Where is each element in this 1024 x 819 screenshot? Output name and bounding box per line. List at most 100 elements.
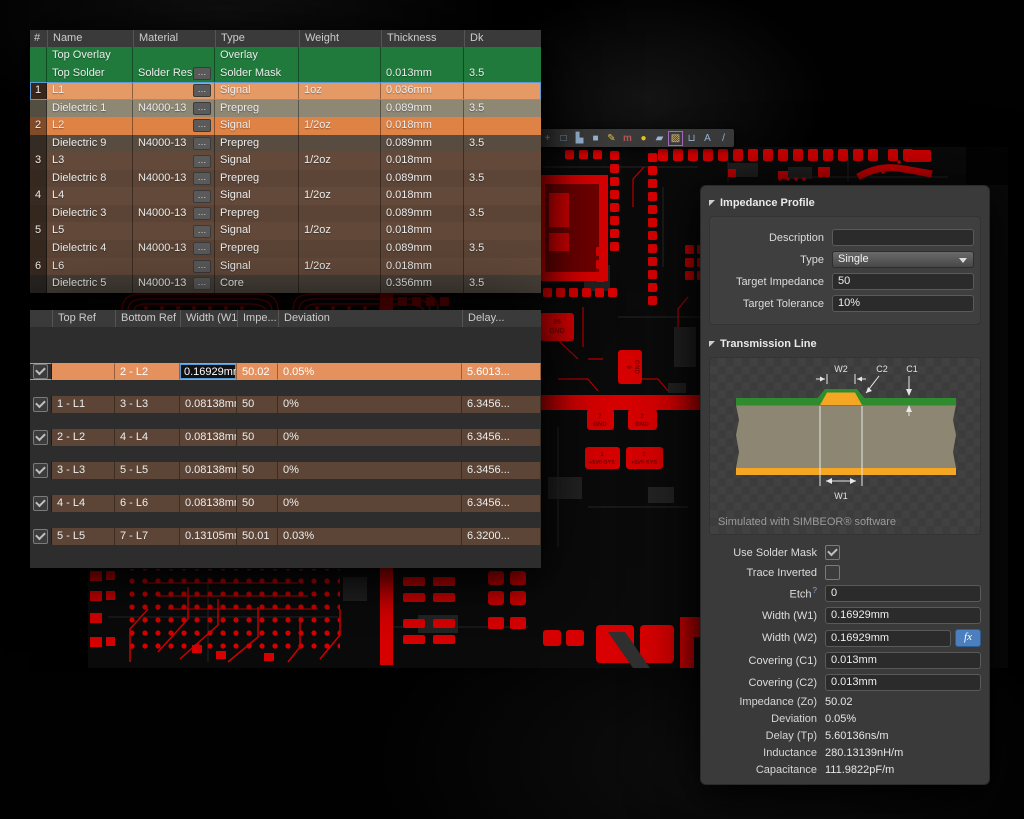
pcb-pad-label: GND [633, 360, 640, 375]
description-input[interactable] [832, 229, 974, 246]
table-row-selected[interactable]: 1 L1 … Signal 1oz 0.036mm [30, 82, 541, 100]
covering-c1-input[interactable]: 0.013mm [825, 652, 981, 669]
capacitance-label: Capacitance [709, 764, 817, 777]
use-solder-mask-label: Use Solder Mask [709, 547, 817, 559]
target-tolerance-input[interactable]: 10% [832, 295, 974, 312]
material-picker-button[interactable]: … [193, 102, 211, 115]
cross-section-drawing: W2 C2 C1 W1 [716, 360, 976, 510]
col-type: Type [215, 30, 299, 47]
delay-tp-label: Delay (Tp) [709, 730, 817, 743]
inductance-label: Inductance [709, 747, 817, 760]
layer-stack-table: # Name Material Type Weight Thickness Dk… [30, 30, 541, 293]
interactive-route-icon[interactable]: m [620, 131, 635, 146]
width-w2-input[interactable]: 0.16929mm [825, 630, 951, 647]
impedance-row[interactable]: 5 - L5 7 - L7 0.13105mm 50.01 0.03% 6.32… [30, 528, 541, 545]
material-picker-button[interactable]: … [193, 67, 211, 80]
material-picker-button[interactable]: … [193, 225, 211, 238]
row-checkbox[interactable] [33, 397, 48, 412]
help-icon: ? [813, 586, 817, 595]
pencil-route-icon[interactable]: ✎ [604, 131, 619, 146]
type-dropdown[interactable]: Single [832, 251, 974, 268]
material-picker-button[interactable]: … [193, 207, 211, 220]
use-solder-mask-checkbox[interactable] [825, 545, 840, 560]
covering-c2-label: Covering (C2) [709, 677, 817, 689]
transmission-line-section-header[interactable]: Transmission Line [709, 335, 981, 353]
target-tolerance-label: Target Tolerance [716, 298, 824, 310]
table-row[interactable]: 3 L3 … Signal 1/2oz 0.018mm [30, 152, 541, 170]
target-impedance-input[interactable]: 50 [832, 273, 974, 290]
impedance-row[interactable]: 3 - L3 5 - L5 0.08138mm 50 0% 6.3456... [30, 462, 541, 479]
row-checkbox[interactable] [33, 463, 48, 478]
selection-rect-icon[interactable]: □ [556, 131, 571, 146]
table-row[interactable]: Dielectric 9 N4000-13… Prepreg 0.089mm 3… [30, 135, 541, 153]
impedance-profile-section-header[interactable]: Impedance Profile [709, 194, 981, 212]
transmission-line-diagram: W2 C2 C1 W1 Simulated with SIMBEOR® soft… [709, 357, 981, 535]
col-dk: Dk [464, 30, 541, 47]
table-row[interactable]: Dielectric 3 N4000-13… Prepreg 0.089mm 3… [30, 205, 541, 223]
histogram-icon[interactable]: ▙ [572, 131, 587, 146]
pcb-pad-label: GND [549, 328, 565, 335]
table-row[interactable]: 6 L6 … Signal 1/2oz 0.018mm [30, 258, 541, 276]
target-impedance-label: Target Impedance [716, 276, 824, 288]
material-picker-button[interactable]: … [193, 190, 211, 203]
material-picker-button[interactable]: … [193, 119, 211, 132]
svg-text:GND: GND [635, 422, 649, 428]
material-picker-button[interactable]: … [193, 260, 211, 273]
table-row[interactable]: Top Overlay Overlay [30, 47, 541, 65]
etch-input[interactable]: 0 [825, 585, 981, 602]
row-checkbox[interactable] [33, 430, 48, 445]
polygon-pour-icon[interactable]: ▰ [652, 131, 667, 146]
table-row[interactable]: 2 L2 … Signal 1/2oz 0.018mm [30, 117, 541, 135]
svg-text:1: 1 [600, 452, 603, 458]
row-checkbox[interactable] [33, 496, 48, 511]
table-row[interactable]: Dielectric 5 N4000-13… Core 0.356mm 3.5 [30, 275, 541, 293]
line-icon[interactable]: / [716, 131, 731, 146]
impedance-zo-label: Impedance (Zo) [709, 696, 817, 709]
impedance-row[interactable]: 2 - L2 4 - L4 0.08138mm 50 0% 6.3456... [30, 429, 541, 446]
diagram-label-c1: C1 [906, 364, 918, 374]
svg-text:1: 1 [642, 452, 645, 458]
width-w2-label: Width (W2) [709, 632, 817, 644]
table-row[interactable]: Dielectric 8 N4000-13… Prepreg 0.089mm 3… [30, 170, 541, 188]
diagram-label-c2: C2 [876, 364, 888, 374]
deviation-label: Deviation [709, 713, 817, 726]
material-picker-button[interactable]: … [193, 137, 211, 150]
impedance-row-selected[interactable]: 2 - L2 0.16929mm 50.02 0.05% 5.6013... [30, 363, 541, 380]
svg-text:+5V0-SYS: +5V0-SYS [589, 460, 615, 466]
chevron-down-icon [959, 258, 967, 263]
trace-inverted-checkbox[interactable] [825, 565, 840, 580]
impedance-row[interactable]: 4 - L4 6 - L6 0.08138mm 50 0% 6.3456... [30, 495, 541, 512]
material-picker-button[interactable]: … [193, 172, 211, 185]
diagram-label-w1: W1 [834, 491, 848, 501]
table-row[interactable]: 4 L4 … Signal 1/2oz 0.018mm [30, 187, 541, 205]
capacitance-value: 111.9822pF/m [825, 764, 894, 777]
row-checkbox[interactable] [33, 529, 48, 544]
material-picker-button[interactable]: … [193, 277, 211, 290]
covering-c1-label: Covering (C1) [709, 655, 817, 667]
covering-c2-input[interactable]: 0.013mm [825, 674, 981, 691]
table-row[interactable]: 5 L5 … Signal 1/2oz 0.018mm [30, 222, 541, 240]
table-row[interactable]: Dielectric 4 N4000-13… Prepreg 0.089mm 3… [30, 240, 541, 258]
width-edit-field[interactable]: 0.16929mm [180, 364, 236, 379]
arc-icon[interactable]: ⊔ [684, 131, 699, 146]
impedance-table: Top Ref Bottom Ref Width (W1) Impe... De… [30, 310, 541, 568]
col-num: # [30, 30, 47, 47]
pad-editor-icon[interactable]: ▨ [668, 131, 683, 146]
bulb-icon[interactable]: ● [636, 131, 651, 146]
col-thickness: Thickness [381, 30, 464, 47]
fill-plane-icon[interactable]: ■ [588, 131, 603, 146]
fx-formula-button[interactable]: fx [955, 629, 981, 647]
material-picker-button[interactable]: … [193, 155, 211, 168]
material-picker-button[interactable]: … [193, 242, 211, 255]
material-picker-button[interactable]: … [193, 84, 211, 97]
description-label: Description [716, 232, 824, 244]
text-string-icon[interactable]: A [700, 131, 715, 146]
width-w1-label: Width (W1) [709, 610, 817, 622]
table-row[interactable]: Dielectric 1 N4000-13… Prepreg 0.089mm 3… [30, 100, 541, 118]
table-row[interactable]: Top Solder Solder Resist… Solder Mask 0.… [30, 65, 541, 83]
impedance-row[interactable]: 1 - L1 3 - L3 0.08138mm 50 0% 6.3456... [30, 396, 541, 413]
width-w1-input[interactable]: 0.16929mm [825, 607, 981, 624]
layer-stack-manager-screen: 25 GND 9 GND 2 GND 2 GND 1 +5V0-SYS 1 +5… [0, 0, 1024, 819]
crosshair-cursor-icon[interactable]: + [540, 131, 555, 146]
row-checkbox[interactable] [33, 364, 48, 379]
